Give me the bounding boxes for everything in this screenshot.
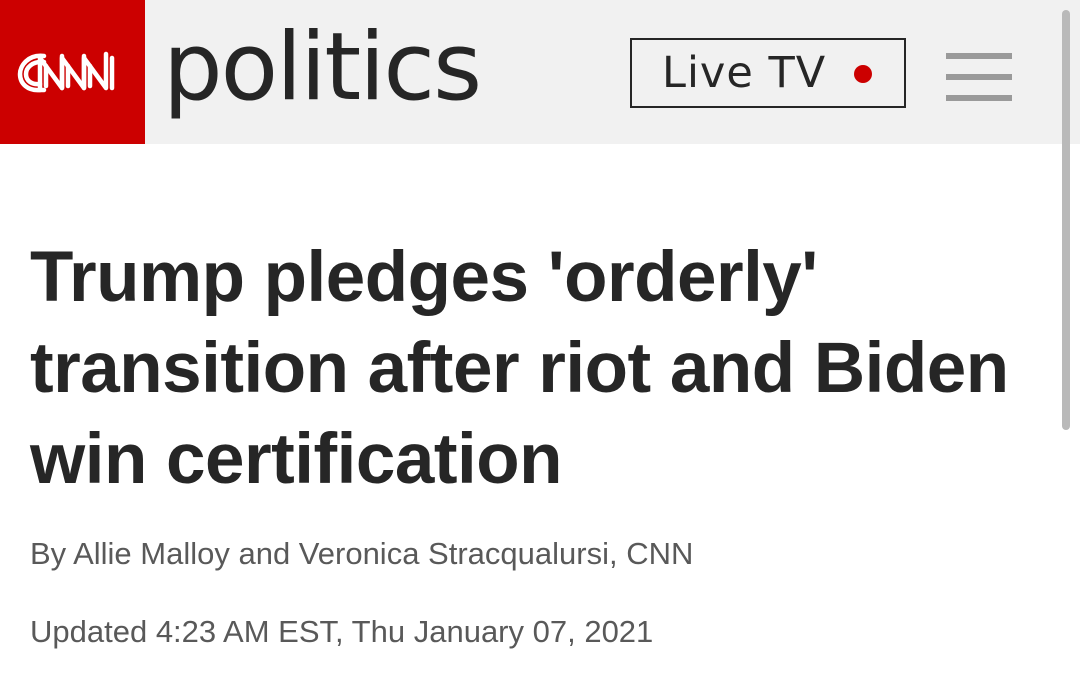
menu-line bbox=[946, 53, 1012, 59]
hamburger-menu-icon[interactable] bbox=[946, 53, 1012, 101]
cnn-logo-icon bbox=[17, 51, 114, 93]
live-tv-button[interactable]: Live TV bbox=[630, 38, 906, 108]
menu-line bbox=[946, 95, 1012, 101]
article-headline: Trump pledges 'orderly' transition after… bbox=[30, 238, 1009, 499]
article-timestamp: Updated 4:23 AM EST, Thu January 07, 202… bbox=[30, 614, 654, 649]
scrollbar[interactable] bbox=[1062, 10, 1070, 430]
article-byline: By Allie Malloy and Veronica Stracqualur… bbox=[30, 536, 694, 571]
site-header: politics Live TV bbox=[0, 0, 1080, 144]
menu-line bbox=[946, 74, 1012, 80]
cnn-logo[interactable] bbox=[0, 0, 145, 144]
live-indicator-icon bbox=[854, 65, 872, 83]
section-title-text: politics bbox=[163, 13, 482, 122]
live-tv-label: Live TV bbox=[662, 48, 827, 98]
section-title[interactable]: politics bbox=[163, 8, 482, 128]
